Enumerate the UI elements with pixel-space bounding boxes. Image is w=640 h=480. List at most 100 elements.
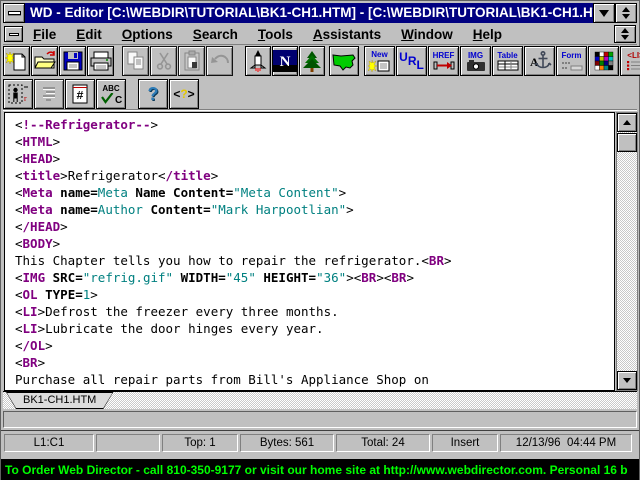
datetime-field: 12/13/96 04:44 PM	[500, 434, 632, 452]
launch-button[interactable]	[245, 46, 271, 76]
rocket-icon	[246, 50, 270, 72]
top-line-field: Top: 1	[162, 434, 238, 452]
menu-item-search[interactable]: Search	[183, 27, 248, 42]
new-file-icon	[5, 50, 29, 72]
system-menu-icon	[8, 11, 21, 15]
menu-item-file[interactable]: File	[23, 27, 66, 42]
help-button[interactable]: ?	[138, 79, 168, 109]
page-hash-icon: #	[68, 83, 92, 105]
horizontal-scrollbar[interactable]	[3, 411, 637, 428]
menu-item-tools[interactable]: Tools	[248, 27, 303, 42]
code-line: <title>Refrigerator</title>	[15, 167, 614, 184]
menu-item-options[interactable]: Options	[112, 27, 183, 42]
file-tab-label: BK1-CH1.HTM	[7, 393, 112, 408]
color-palette-icon	[592, 50, 616, 72]
restore-button[interactable]	[615, 3, 637, 23]
menu-item-assistants[interactable]: Assistants	[303, 27, 391, 42]
anchor-button[interactable]: A	[524, 46, 555, 76]
menu-item-window[interactable]: Window	[391, 27, 463, 42]
button-label: Table	[497, 51, 517, 60]
button-label: <?>	[173, 85, 194, 103]
new-file-button[interactable]	[3, 46, 30, 76]
save-button[interactable]	[59, 46, 86, 76]
line-number-button[interactable]: #	[65, 79, 95, 109]
netscape-button[interactable]: N	[272, 46, 298, 76]
code-editor[interactable]: <!--Refrigerator--><HTML><HEAD><title>Re…	[4, 112, 615, 391]
scroll-up-icon	[623, 120, 631, 125]
netscape-n-icon: N	[273, 50, 297, 72]
menu-item-edit[interactable]: Edit	[66, 27, 112, 42]
toolbar-row-2: r # ABC C? <?>	[3, 79, 637, 110]
svg-text:A: A	[530, 55, 539, 69]
bytes-field: Bytes: 561	[240, 434, 334, 452]
system-menu-button[interactable]	[3, 3, 25, 23]
href-button[interactable]: HREF	[428, 46, 459, 76]
document-system-menu-icon	[9, 33, 19, 36]
palette-button[interactable]	[588, 46, 619, 76]
code-line: <LI>Lubricate the door hinges every year…	[15, 320, 614, 337]
code-line: <!--Refrigerator-->	[15, 116, 614, 133]
element-select-icon: r	[6, 83, 30, 105]
indent-lines-icon	[37, 83, 61, 105]
undo-button[interactable]	[206, 46, 233, 76]
scrollbar-thumb[interactable]	[617, 133, 637, 152]
cut-button[interactable]	[150, 46, 177, 76]
status-spare-field	[96, 434, 160, 452]
save-floppy-icon	[61, 50, 85, 72]
svg-text:r: r	[24, 94, 27, 103]
img-button[interactable]: IMG	[460, 46, 491, 76]
svg-text:C: C	[115, 95, 122, 105]
document-system-menu-button[interactable]	[4, 26, 23, 42]
toolbar-row-1: N New URL HREFIMG Table A Form <LI>	[3, 46, 640, 79]
open-file-button[interactable]	[31, 46, 58, 76]
code-line: </OL>	[15, 337, 614, 354]
minimize-button[interactable]	[593, 3, 615, 23]
window-title: WD - Editor [C:\WEBDIR\TUTORIAL\BK1-CH1.…	[25, 3, 593, 23]
pine-tree-icon	[300, 50, 324, 72]
code-line: <HTML>	[15, 133, 614, 150]
scissors-icon	[152, 50, 176, 72]
list-item-button[interactable]: <LI>	[620, 46, 640, 76]
scroll-up-button[interactable]	[617, 113, 637, 132]
menubar: FileEditOptionsSearchToolsAssistantsWind…	[3, 24, 637, 45]
copy-pages-icon	[124, 50, 148, 72]
list-dots-icon	[624, 60, 640, 71]
spellcheck-button[interactable]: ABC C	[96, 79, 126, 109]
form-button[interactable]: Form	[556, 46, 587, 76]
camera-icon	[464, 60, 488, 71]
tag-help-button[interactable]: <?>	[169, 79, 199, 109]
form-fields-icon	[560, 60, 584, 71]
indent-button[interactable]	[34, 79, 64, 109]
new-document-button[interactable]: New	[364, 46, 395, 76]
cursor-position-field: L1:C1	[4, 434, 94, 452]
copy-button[interactable]	[122, 46, 149, 76]
url-button[interactable]: URL	[396, 46, 427, 76]
button-label: URL	[399, 55, 424, 67]
undo-arrow-icon	[208, 50, 232, 72]
button-label: ?	[148, 84, 159, 104]
button-label: New	[371, 50, 387, 59]
button-label: ABC	[102, 84, 119, 93]
document-restore-button[interactable]	[614, 25, 636, 43]
vertical-scrollbar[interactable]	[616, 112, 638, 391]
menu-item-help[interactable]: Help	[463, 27, 512, 42]
svg-text:#: #	[76, 89, 83, 103]
code-line: <Meta name=Author Content="Mark Harpootl…	[15, 201, 614, 218]
minimize-icon	[599, 10, 609, 17]
table-button[interactable]: Table	[492, 46, 523, 76]
code-line: <OL TYPE=1>	[15, 286, 614, 303]
usa-map-button[interactable]	[329, 46, 359, 76]
clipboard-icon	[180, 50, 204, 72]
usa-map-icon	[331, 50, 357, 72]
tree-button[interactable]	[299, 46, 325, 76]
code-line: </HEAD>	[15, 218, 614, 235]
insert-mode-field: Insert	[432, 434, 498, 452]
print-button[interactable]	[87, 46, 114, 76]
element-select-button[interactable]: r	[3, 79, 33, 109]
paste-button[interactable]	[178, 46, 205, 76]
file-tab[interactable]: BK1-CH1.HTM	[6, 392, 113, 409]
code-line: <HEAD>	[15, 150, 614, 167]
printer-icon	[89, 50, 113, 72]
scroll-down-button[interactable]	[617, 371, 637, 390]
open-folder-icon	[33, 50, 57, 72]
